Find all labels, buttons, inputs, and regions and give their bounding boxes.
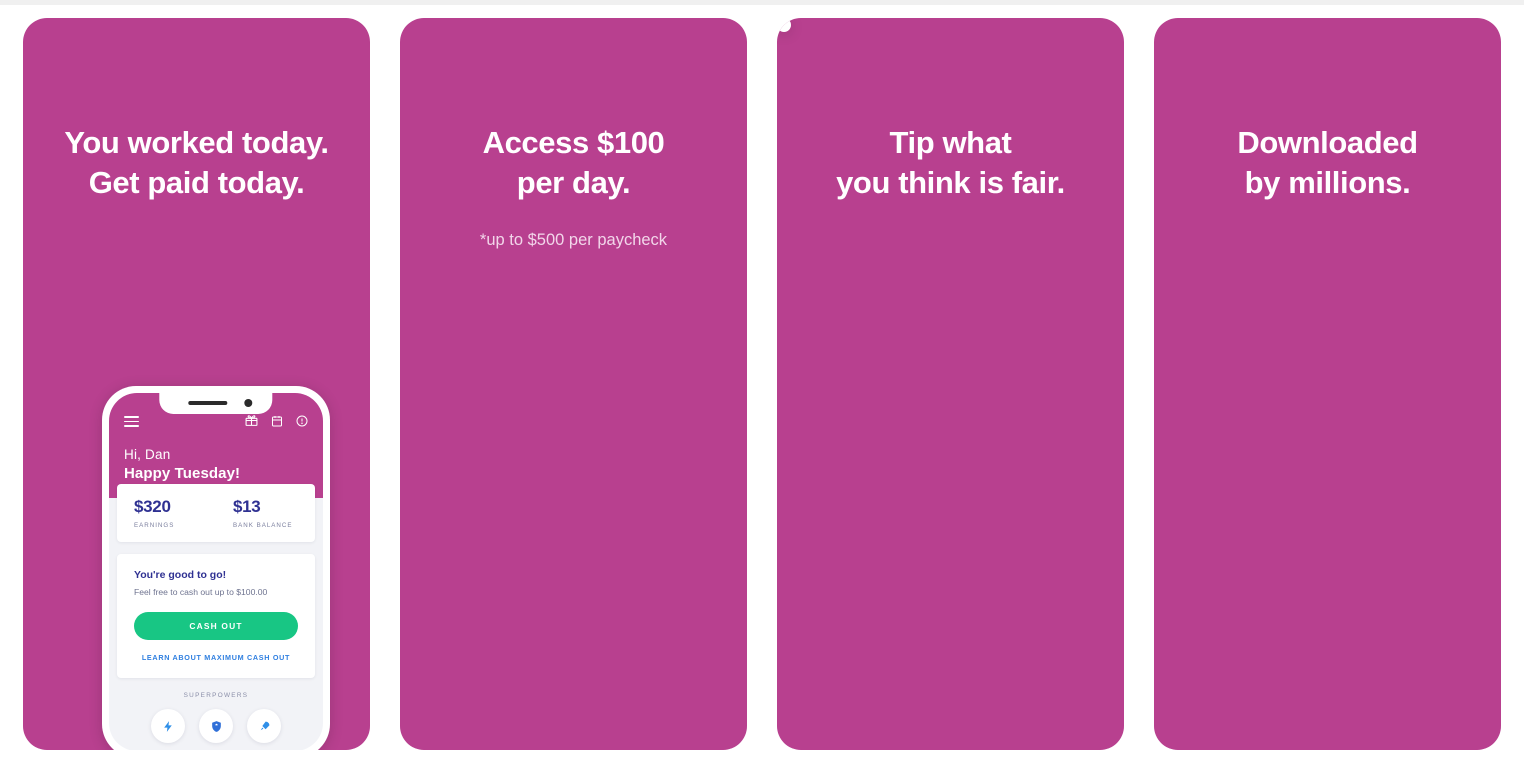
panel-2-headline-line-2: per day. (516, 164, 631, 200)
stat-bank-balance: $13 BANK BALANCE (216, 497, 315, 529)
front-camera (244, 399, 253, 407)
cash-status-title: You're good to go! (134, 569, 227, 581)
gift-icon[interactable] (245, 414, 258, 432)
superpowers-icon-row (117, 709, 315, 743)
phone-1-screen: Hi, Dan Happy Tuesday! $320 EARNINGS $13… (109, 393, 323, 750)
calendar-icon[interactable] (271, 414, 283, 432)
panel-4-headline: Downloaded by millions. (1154, 123, 1501, 202)
home-header-icons (245, 414, 308, 432)
stat-bank-label: BANK BALANCE (233, 522, 293, 529)
panel-3-headline-line-1: Tip what (889, 125, 1012, 160)
home-body: $320 EARNINGS $13 BANK BALANCE You're go… (109, 484, 323, 750)
stat-earnings-label: EARNINGS (134, 522, 175, 529)
panel-2-headline: Access $100 per day. (400, 123, 747, 202)
menu-icon[interactable] (124, 415, 139, 430)
panel-2-subhead: *up to $500 per paycheck (479, 231, 668, 249)
help-icon[interactable] (296, 414, 308, 432)
greeting-day: Happy Tuesday! (124, 465, 241, 482)
panel-1-headline: You worked today. Get paid today. (23, 123, 370, 202)
gallery-panel-3[interactable]: Tip what you think is fair. 7:55 (777, 18, 1124, 750)
panel-1-headline-line-1: You worked today. (64, 125, 329, 160)
stats-card: $320 EARNINGS $13 BANK BALANCE (117, 484, 315, 542)
cash-status-sub: Feel free to cash out up to $100.00 (134, 587, 268, 597)
cash-out-button[interactable]: CASH OUT (134, 612, 298, 640)
panel-4-headline-line-1: Downloaded (1237, 125, 1418, 160)
speaker-grille (188, 401, 228, 405)
superpowers-section: SUPERPOWERS (117, 692, 315, 743)
gallery-panel-4[interactable]: Downloaded by millions. 4:09 (1154, 18, 1501, 750)
gallery-panel-2[interactable]: Access $100 per day. *up to $500 per pay… (400, 18, 747, 750)
stat-bank-value: $13 (233, 497, 261, 516)
learn-max-cashout-link[interactable]: LEARN ABOUT MAXIMUM CASH OUT (134, 653, 298, 662)
screenshot-gallery: You worked today. Get paid today. Hi, Da… (0, 0, 1524, 769)
panel-3-headline-line-2: you think is fair. (836, 164, 1065, 200)
stat-earnings-value: $320 (134, 497, 171, 516)
shield-icon[interactable] (199, 709, 233, 743)
phone-notch (159, 393, 273, 414)
phone-mockup-tip: 7:55 (777, 18, 791, 32)
panel-1-headline-line-2: Get paid today. (88, 164, 305, 200)
panel-2-headline-line-1: Access $100 (482, 125, 665, 160)
home-greeting: Hi, Dan Happy Tuesday! (124, 447, 308, 482)
gallery-panel-1[interactable]: You worked today. Get paid today. Hi, Da… (23, 18, 370, 750)
home-nav-row (124, 414, 308, 432)
greeting-name: Hi, Dan (124, 447, 171, 462)
stat-earnings: $320 EARNINGS (117, 497, 216, 529)
phone-mockup-home: Hi, Dan Happy Tuesday! $320 EARNINGS $13… (102, 386, 330, 750)
superpowers-label: SUPERPOWERS (183, 692, 249, 699)
lightning-bolt-icon[interactable] (151, 709, 185, 743)
cash-out-card: You're good to go! Feel free to cash out… (117, 554, 315, 678)
panel-4-headline-line-2: by millions. (1244, 164, 1411, 200)
panel-3-headline: Tip what you think is fair. (777, 123, 1124, 202)
rocket-icon[interactable] (247, 709, 281, 743)
